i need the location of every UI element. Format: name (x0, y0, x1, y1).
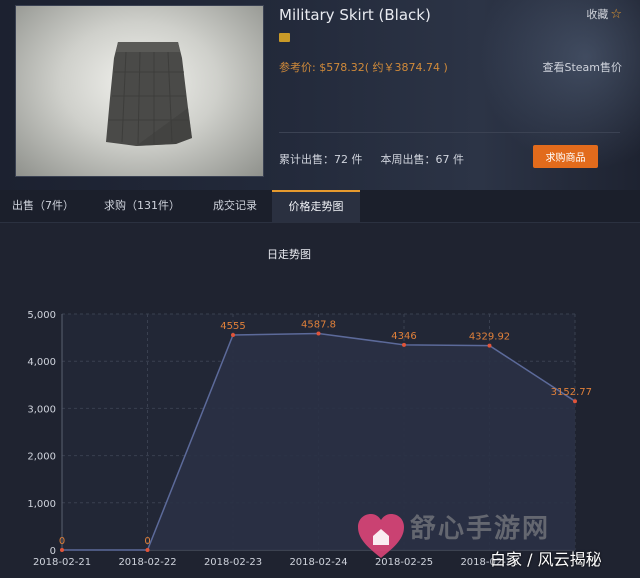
price-trend-chart: 0 1,000 2,000 3,000 4,000 5,000 2018-02-21 2018… (27, 310, 592, 568)
data-point (145, 548, 150, 552)
y-tick-label: 1,000 (27, 499, 56, 510)
y-tick-label: 4,000 (27, 357, 56, 368)
data-label: 3152.77 (551, 387, 592, 398)
data-point (573, 399, 577, 404)
data-point (316, 331, 321, 336)
data-label: 4587.8 (301, 319, 336, 330)
y-tick-label: 5,000 (27, 310, 56, 321)
data-label: 0 (59, 536, 65, 547)
y-tick-label: 2,000 (27, 452, 56, 463)
data-label: 4555 (220, 321, 245, 332)
watermark-subtitle: 白家 / 风云揭秘 (490, 550, 602, 569)
data-point (402, 342, 406, 347)
heart-logo-icon (358, 514, 404, 558)
y-tick-label: 0 (50, 546, 56, 557)
watermark-text: 舒心手游网 (410, 514, 551, 544)
x-tick-label: 2018-02-21 (33, 557, 91, 568)
x-tick-label: 2018-02-22 (118, 557, 176, 568)
data-point (231, 333, 235, 338)
data-point (487, 343, 492, 348)
x-tick-label: 2018-02-23 (204, 557, 262, 568)
data-point (60, 548, 64, 552)
x-tick-label: 2018-02-24 (289, 557, 347, 568)
y-tick-label: 3,000 (27, 404, 56, 415)
data-label: 0 (144, 536, 150, 547)
data-label: 4346 (391, 331, 416, 342)
data-label: 4329.92 (469, 332, 510, 343)
